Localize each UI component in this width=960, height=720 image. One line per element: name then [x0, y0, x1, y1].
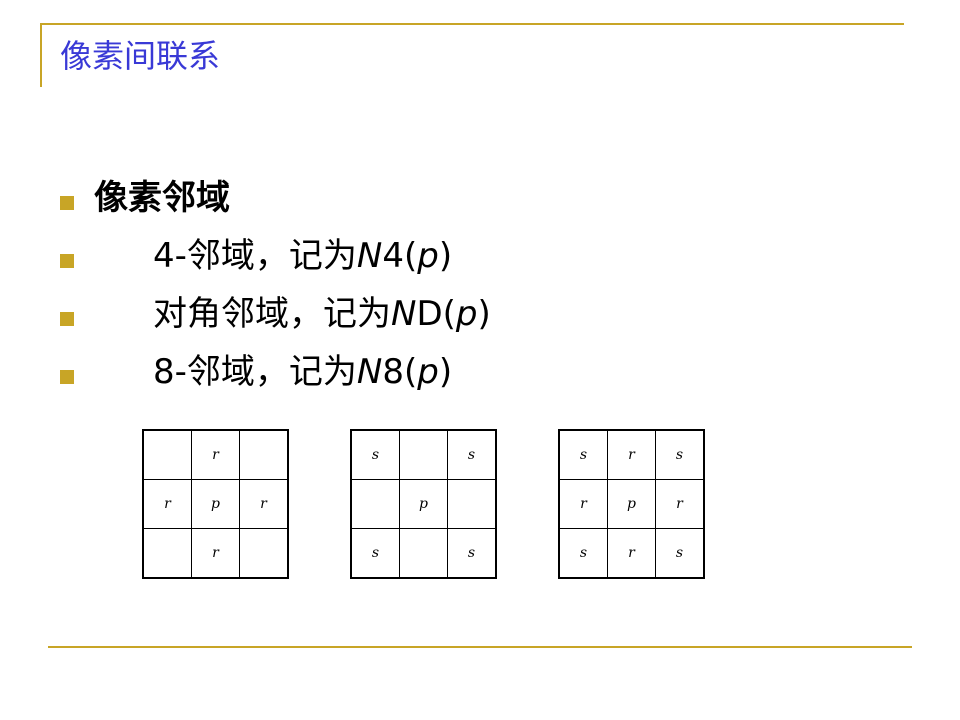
- symbol-italic: N: [356, 352, 383, 392]
- grid-cell: s: [350, 528, 400, 579]
- grid-cell: p: [398, 479, 449, 529]
- grid-cell: r: [142, 479, 192, 529]
- grid-cell: s: [350, 429, 400, 480]
- symbol-italic: N: [356, 236, 383, 276]
- grid-cell: r: [239, 479, 289, 529]
- symbol-plain: D(: [416, 294, 456, 334]
- grid-cell: r: [190, 528, 241, 579]
- grid-cell: p: [190, 479, 241, 529]
- symbol-arg: p: [417, 352, 439, 392]
- grid-cell: r: [558, 479, 608, 529]
- bullet-text: 8-邻域，记为N8(p): [153, 348, 452, 396]
- grid-cell: r: [655, 479, 705, 529]
- bullet-prefix: 4-邻域，记为: [153, 236, 357, 276]
- grid-cell: [350, 479, 400, 529]
- grid-cell: s: [447, 429, 497, 480]
- grid-cell: s: [655, 429, 705, 480]
- grid-cell: [239, 429, 289, 480]
- bullet-prefix: 对角邻域，记为: [153, 294, 391, 334]
- bullet-text: 对角邻域，记为ND(p): [153, 290, 491, 338]
- symbol-arg: p: [417, 236, 439, 276]
- grid-cell: s: [558, 429, 608, 480]
- grid-diagonal-neighborhood: s s p s s: [350, 429, 497, 579]
- square-bullet-icon: [60, 254, 74, 268]
- grid-cell: r: [606, 429, 657, 480]
- grid-cell: s: [447, 528, 497, 579]
- symbol-close: ): [477, 294, 491, 334]
- symbol-arg: p: [455, 294, 478, 334]
- square-bullet-icon: [60, 312, 74, 326]
- grid-cell: r: [190, 429, 241, 480]
- left-rule: [40, 23, 42, 87]
- bullet-prefix: 8-邻域，记为: [153, 352, 357, 392]
- symbol-plain: 8(: [382, 352, 418, 392]
- slide-title: 像素间联系: [60, 37, 221, 75]
- square-bullet-icon: [60, 196, 74, 210]
- grid-4-neighborhood: r r p r r: [142, 429, 289, 579]
- grid-cell: [142, 528, 192, 579]
- symbol-close: ): [438, 352, 453, 392]
- square-bullet-icon: [60, 370, 74, 384]
- symbol-plain: 4(: [382, 236, 418, 276]
- grid-cell: s: [655, 528, 705, 579]
- bullet-text: 4-邻域，记为N4(p): [153, 232, 452, 280]
- bullet-heading: 像素邻域: [94, 178, 230, 218]
- grid-cell: r: [606, 528, 657, 579]
- bottom-rule: [48, 646, 912, 648]
- symbol-close: ): [438, 236, 453, 276]
- grid-cell: [447, 479, 497, 529]
- top-rule: [40, 23, 904, 25]
- grid-cell: p: [606, 479, 657, 529]
- grid-cell: [398, 429, 449, 480]
- grid-cell: [142, 429, 192, 480]
- symbol-italic: N: [391, 294, 417, 334]
- grid-cell: [239, 528, 289, 579]
- grid-cell: [398, 528, 449, 579]
- grid-8-neighborhood: s r s r p r s r s: [558, 429, 705, 579]
- grid-cell: s: [558, 528, 608, 579]
